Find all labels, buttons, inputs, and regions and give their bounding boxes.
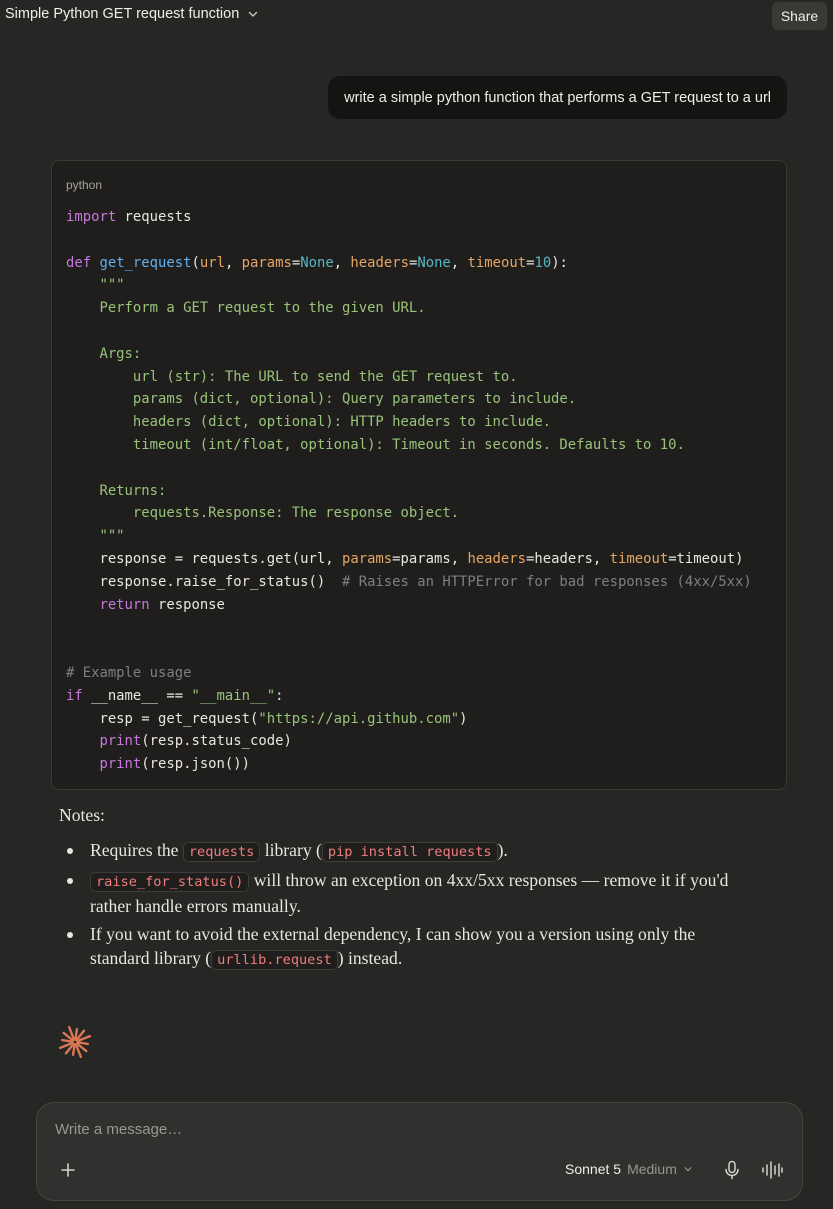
code-language-label: python (66, 178, 103, 192)
inline-code: pip install requests (321, 842, 498, 862)
notes-list: Requires the requests library (pip insta… (59, 838, 759, 972)
model-effort: Medium (627, 1161, 677, 1177)
share-button[interactable]: Share (772, 2, 827, 30)
microphone-icon[interactable] (723, 1160, 741, 1180)
notes-heading: Notes: (59, 805, 105, 825)
bullet (67, 878, 73, 884)
chat-title: Simple Python GET request function (5, 6, 240, 22)
bullet (67, 932, 73, 938)
list-item: If you want to avoid the external depend… (59, 922, 759, 972)
list-item: raise_for_status() will throw an excepti… (59, 868, 759, 918)
top-bar: Simple Python GET request function Share (0, 0, 833, 32)
note-text: ). (497, 840, 508, 860)
bullet (67, 848, 73, 854)
code-content: import requests def get_request(url, par… (66, 209, 752, 773)
message-composer: Sonnet 5 Medium (36, 1102, 803, 1201)
note-text: ) instead. (337, 948, 403, 968)
message-input[interactable] (55, 1121, 755, 1138)
code-block: python import requests def get_request(u… (51, 160, 787, 790)
note-text: library ( (260, 840, 322, 860)
inline-code: raise_for_status() (90, 872, 250, 892)
user-message: write a simple python function that perf… (328, 76, 787, 119)
model-selector[interactable]: Sonnet 5 Medium (565, 1161, 693, 1177)
inline-code: requests (182, 842, 261, 862)
model-name: Sonnet 5 (565, 1161, 622, 1177)
assistant-spark-icon (58, 1025, 92, 1059)
voice-mode-icon[interactable] (761, 1160, 783, 1180)
assistant-notes: Notes: Requires the requests library (pi… (59, 803, 759, 976)
chevron-down-icon (249, 11, 258, 17)
inline-code: urllib.request (211, 950, 338, 970)
list-item: Requires the requests library (pip insta… (59, 838, 759, 864)
chat-title-menu[interactable]: Simple Python GET request function (5, 6, 259, 22)
chevron-down-icon (684, 1167, 692, 1172)
plus-icon[interactable] (57, 1159, 79, 1181)
note-text: Requires the (90, 840, 183, 860)
